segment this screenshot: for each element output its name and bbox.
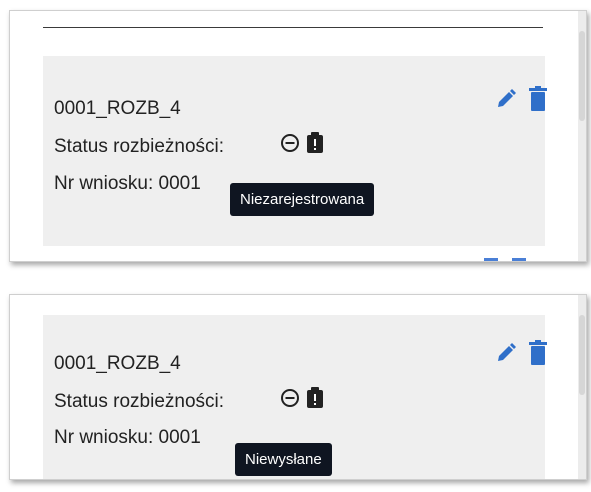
status-tooltip: Niezarejestrowana xyxy=(230,183,375,216)
clipboard-alert-icon[interactable] xyxy=(306,132,324,159)
next-card-actions-partial xyxy=(484,258,526,261)
pencil-icon-partial[interactable] xyxy=(484,258,498,261)
trash-icon[interactable] xyxy=(529,86,547,117)
record-panel-2: 0001_ROZB_4 Status rozbieżności: Nr wnio… xyxy=(9,294,587,480)
status-label: Status rozbieżności: xyxy=(54,136,225,157)
trash-icon-partial[interactable] xyxy=(512,258,526,261)
card-actions xyxy=(495,86,547,117)
clipboard-alert-icon[interactable] xyxy=(306,387,324,414)
scrollbar-thumb[interactable] xyxy=(579,315,585,395)
pencil-icon[interactable] xyxy=(495,88,517,115)
circle-minus-icon[interactable] xyxy=(280,388,300,413)
scrollbar[interactable] xyxy=(578,11,586,261)
card-actions xyxy=(495,340,547,371)
scrollbar-thumb[interactable] xyxy=(579,31,585,121)
top-divider xyxy=(43,27,543,28)
record-id: 0001_ROZB_4 xyxy=(54,98,181,119)
record-card: 0001_ROZB_4 Status rozbieżności: Nr wnio… xyxy=(43,56,547,246)
status-icons xyxy=(280,132,324,159)
trash-icon[interactable] xyxy=(529,340,547,371)
request-number-label: Nr wniosku: 0001 xyxy=(54,427,201,448)
scrollbar[interactable] xyxy=(578,295,586,479)
status-tooltip: Niewysłane xyxy=(235,443,332,476)
status-icons xyxy=(280,387,324,414)
circle-minus-icon[interactable] xyxy=(280,133,300,158)
record-panel-1: 0001_ROZB_4 Status rozbieżności: Nr wnio… xyxy=(9,10,587,262)
request-number-label: Nr wniosku: 0001 xyxy=(54,173,201,194)
status-label: Status rozbieżności: xyxy=(54,391,225,412)
pencil-icon[interactable] xyxy=(495,342,517,369)
record-id: 0001_ROZB_4 xyxy=(54,353,181,374)
